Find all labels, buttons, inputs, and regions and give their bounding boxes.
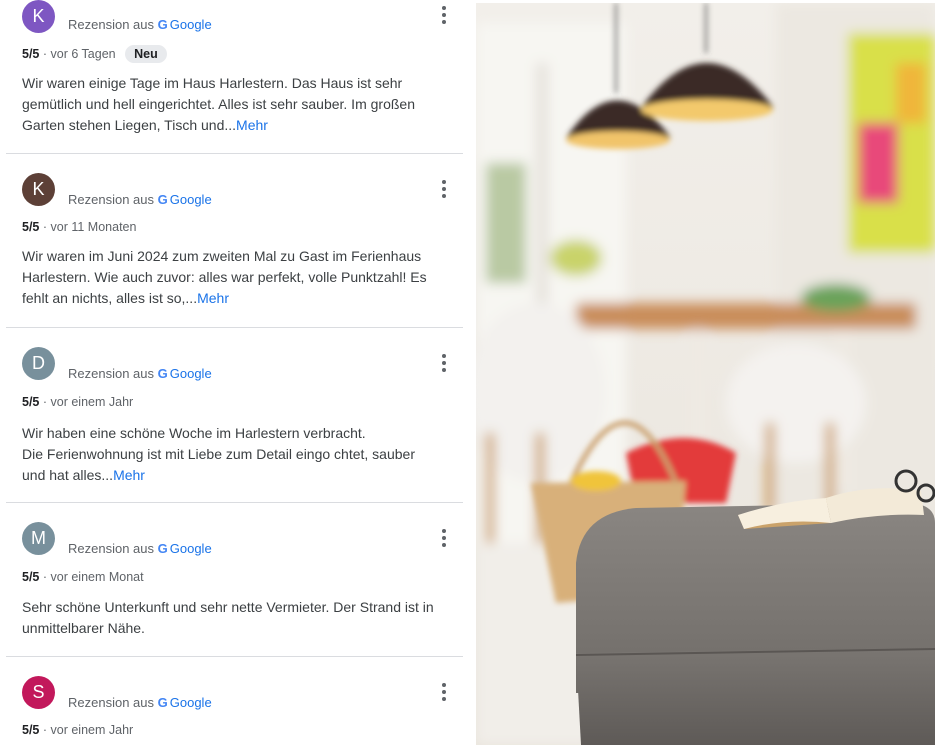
review-text-line: Sehr schöne Unterkunft und sehr nette Ve… <box>22 599 434 615</box>
divider <box>6 656 463 657</box>
review-time: · vor einem Jahr <box>42 395 134 409</box>
review-source: Rezension aus G Google <box>68 192 212 207</box>
review-source: Rezension aus G Google <box>68 541 212 556</box>
review-text-line: Wir waren einige Tage im Haus Harlestern… <box>22 75 403 91</box>
source-name: Google <box>169 695 212 710</box>
review-text-line: Garten stehen Liegen, Tisch und...Mehr <box>22 117 268 133</box>
more-link[interactable]: Mehr <box>197 290 229 306</box>
google-g-icon: G <box>157 695 168 710</box>
review-card: S Rezension aus G Google 5/5 · vor einem … <box>0 676 470 750</box>
review-text-line: Harlestern. Wie auch zuvor: alles war pe… <box>22 269 427 285</box>
review-text-line: fehlt an nichts, alles ist so,...Mehr <box>22 290 229 306</box>
more-link[interactable]: Mehr <box>236 117 268 133</box>
review-meta: 5/5 · vor 11 Monaten <box>22 220 136 234</box>
review-text-line: Die Ferienwohnung ist mit Liebe zum Deta… <box>22 446 415 462</box>
review-card: K Rezension aus G Google 5/5 · vor 6 Tage… <box>0 0 470 155</box>
more-link[interactable]: Mehr <box>113 467 145 483</box>
review-text-line: Wir haben eine schöne Woche im Harlester… <box>22 425 366 441</box>
source-name: Google <box>169 192 212 207</box>
more-options-icon[interactable] <box>436 528 452 548</box>
review-source: Rezension aus G Google <box>68 695 212 710</box>
source-prefix: Rezension aus <box>68 192 154 207</box>
rating: 5/5 <box>22 395 40 409</box>
rating: 5/5 <box>22 47 40 61</box>
divider <box>6 502 463 503</box>
review-text-line: gemütlich und hell eingerichtet. Alles i… <box>22 96 415 112</box>
google-g-icon: G <box>157 541 168 556</box>
apartment-photo <box>476 3 935 745</box>
review-time: · vor einem Monat <box>42 570 144 584</box>
google-g-icon: G <box>157 366 168 381</box>
review-card: K Rezension aus G Google 5/5 · vor 11 Mon… <box>0 173 470 328</box>
source-prefix: Rezension aus <box>68 17 154 32</box>
source-prefix: Rezension aus <box>68 366 154 381</box>
review-text: Wir haben eine schöne Woche im Harlester… <box>22 423 450 486</box>
more-options-icon[interactable] <box>436 5 452 25</box>
review-source: Rezension aus G Google <box>68 366 212 381</box>
review-text: Wir waren einige Tage im Haus Harlestern… <box>22 73 450 136</box>
more-options-icon[interactable] <box>436 682 452 702</box>
interior-illustration <box>476 3 935 745</box>
avatar[interactable]: D <box>22 347 55 380</box>
source-prefix: Rezension aus <box>68 695 154 710</box>
source-name: Google <box>169 366 212 381</box>
more-options-icon[interactable] <box>436 179 452 199</box>
source-name: Google <box>169 17 212 32</box>
review-time: · vor 6 Tagen <box>42 47 116 61</box>
review-source: Rezension aus G Google <box>68 17 212 32</box>
review-text-line: unmittelbarer Nähe. <box>22 620 145 636</box>
rating: 5/5 <box>22 723 40 737</box>
review-text: Sehr schöne Unterkunft und sehr nette Ve… <box>22 597 450 639</box>
review-text: Wir waren im Juni 2024 zum zweiten Mal z… <box>22 246 450 309</box>
review-time: · vor 11 Monaten <box>42 220 137 234</box>
divider <box>6 153 463 154</box>
avatar[interactable]: K <box>22 0 55 33</box>
review-time: · vor einem Jahr <box>42 723 134 737</box>
review-meta: 5/5 · vor 6 Tagen Neu <box>22 45 167 63</box>
review-meta: 5/5 · vor einem Monat <box>22 570 144 584</box>
new-badge: Neu <box>125 45 167 63</box>
review-meta: 5/5 · vor einem Jahr <box>22 723 133 737</box>
source-name: Google <box>169 541 212 556</box>
google-g-icon: G <box>157 17 168 32</box>
rating: 5/5 <box>22 220 40 234</box>
avatar[interactable]: M <box>22 522 55 555</box>
review-meta: 5/5 · vor einem Jahr <box>22 395 133 409</box>
rating: 5/5 <box>22 570 40 584</box>
google-g-icon: G <box>157 192 168 207</box>
more-options-icon[interactable] <box>436 353 452 373</box>
review-text-line: Wir waren im Juni 2024 zum zweiten Mal z… <box>22 248 422 264</box>
review-card: M Rezension aus G Google 5/5 · vor einem … <box>0 522 470 657</box>
reviews-panel: K Rezension aus G Google 5/5 · vor 6 Tage… <box>0 0 470 750</box>
review-card: D Rezension aus G Google 5/5 · vor einem … <box>0 347 470 502</box>
avatar[interactable]: S <box>22 676 55 709</box>
review-text-line: und hat alles...Mehr <box>22 467 145 483</box>
avatar[interactable]: K <box>22 173 55 206</box>
source-prefix: Rezension aus <box>68 541 154 556</box>
divider <box>6 327 463 328</box>
